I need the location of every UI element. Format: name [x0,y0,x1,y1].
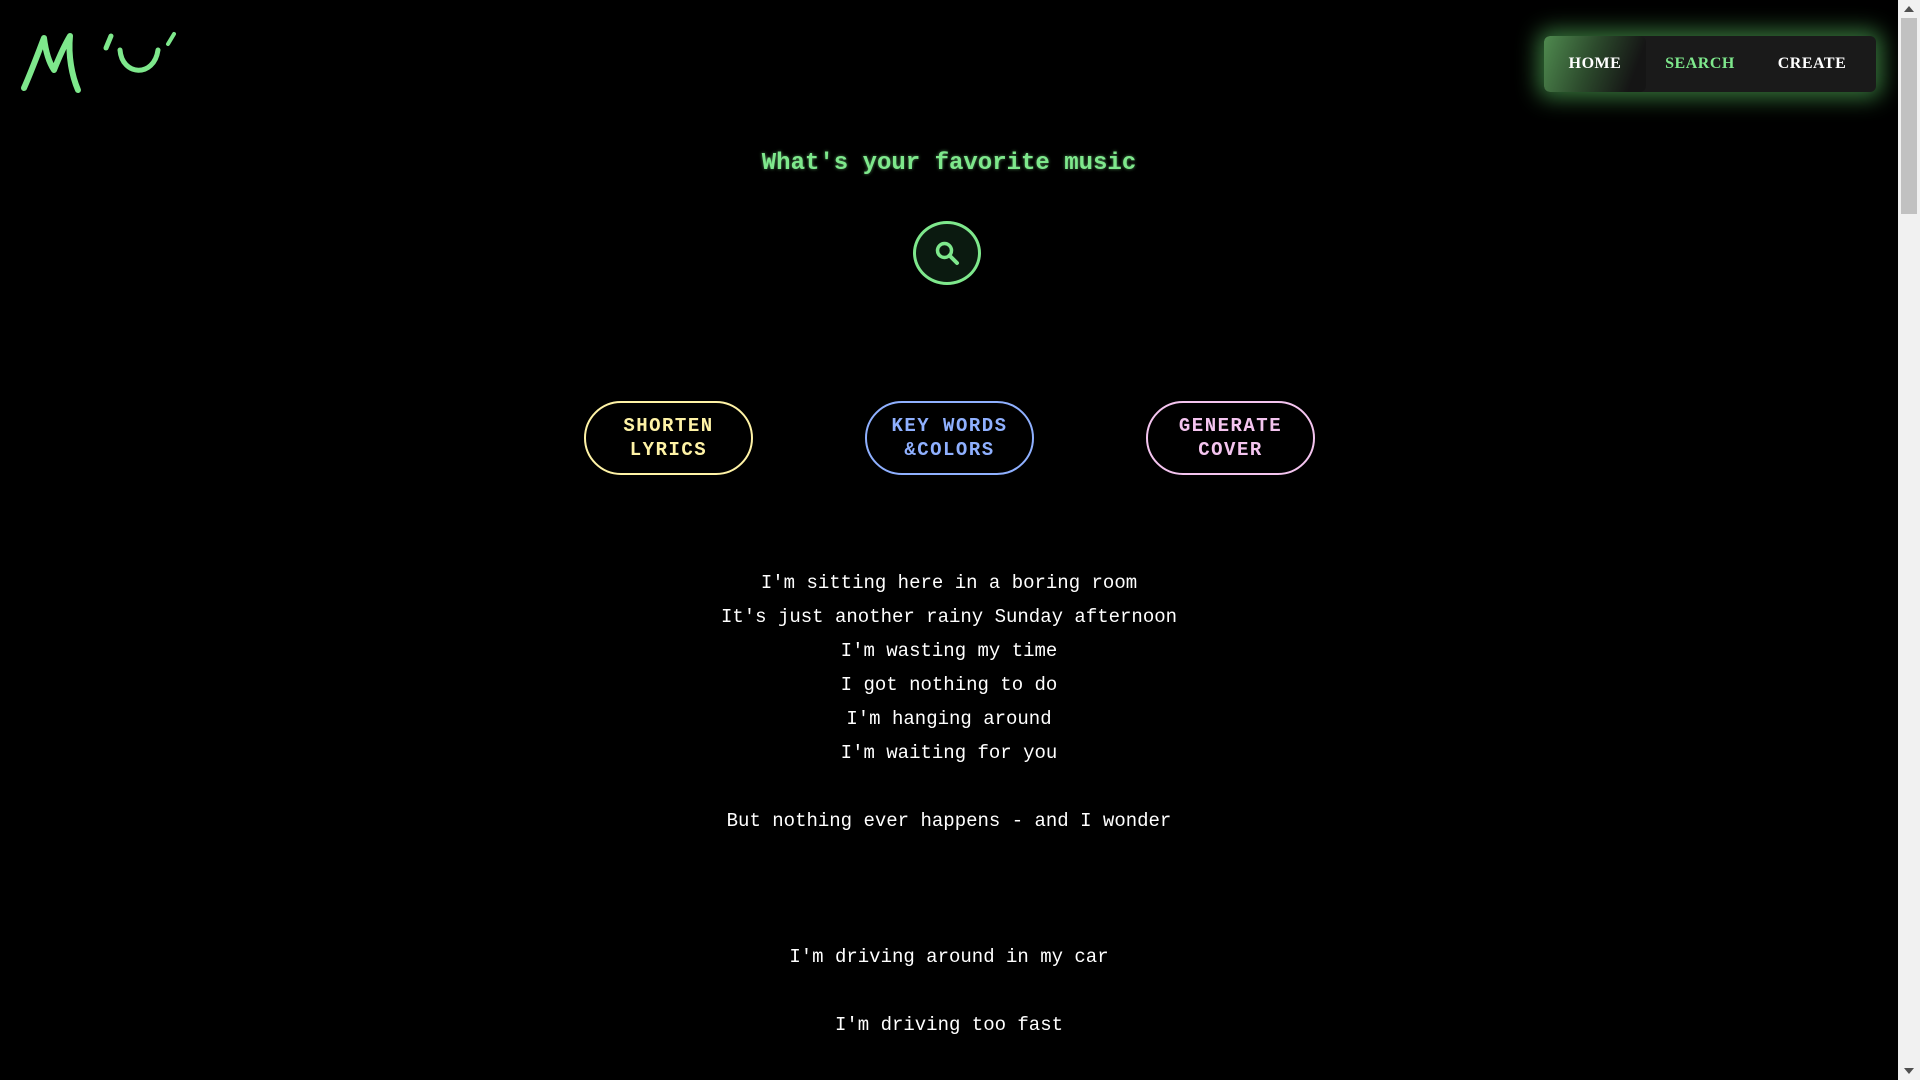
search-button[interactable] [913,221,981,285]
lyric-line [0,838,1898,872]
logo [21,32,176,93]
scroll-up-arrow-icon[interactable] [1898,0,1920,18]
lyric-line [0,872,1898,906]
lyrics-block: I'm sitting here in a boring room It's ju… [0,566,1898,1042]
nav-search-button[interactable]: SEARCH [1646,36,1754,92]
main-nav: HOME SEARCH CREATE [1544,36,1876,92]
page: HOME SEARCH CREATE What's your favorite … [0,0,1920,1080]
page-title: What's your favorite music [761,150,1137,177]
generate-cover-button[interactable]: GENERATE COVER [1146,401,1315,475]
lyric-line: I'm hanging around [846,708,1052,730]
key-words-colors-button[interactable]: KEY WORDS &COLORS [865,401,1034,475]
lyric-line: I'm driving around in my car [789,946,1109,968]
lyric-line [0,906,1898,940]
nav-create-button[interactable]: CREATE [1754,36,1870,92]
lyric-line [0,974,1898,1008]
lyric-line: But nothing ever happens - and I wonder [726,810,1172,832]
lyric-line: I'm driving too fast [834,1014,1064,1036]
search-icon [935,241,959,265]
lyric-line: I'm wasting my time [840,640,1058,662]
vertical-scrollbar[interactable] [1898,0,1920,1080]
scroll-down-arrow-icon[interactable] [1898,1062,1920,1080]
shorten-lyrics-button[interactable]: SHORTEN LYRICS [584,401,753,475]
nav-home-button[interactable]: HOME [1544,36,1646,92]
lyric-line [0,770,1898,804]
lyric-line: I'm waiting for you [840,742,1058,764]
lyric-line: It's just another rainy Sunday afternoon [720,606,1178,628]
lyric-line: I got nothing to do [840,674,1058,696]
scrollbar-thumb[interactable] [1901,18,1917,214]
lyric-line: I'm sitting here in a boring room [760,572,1138,594]
